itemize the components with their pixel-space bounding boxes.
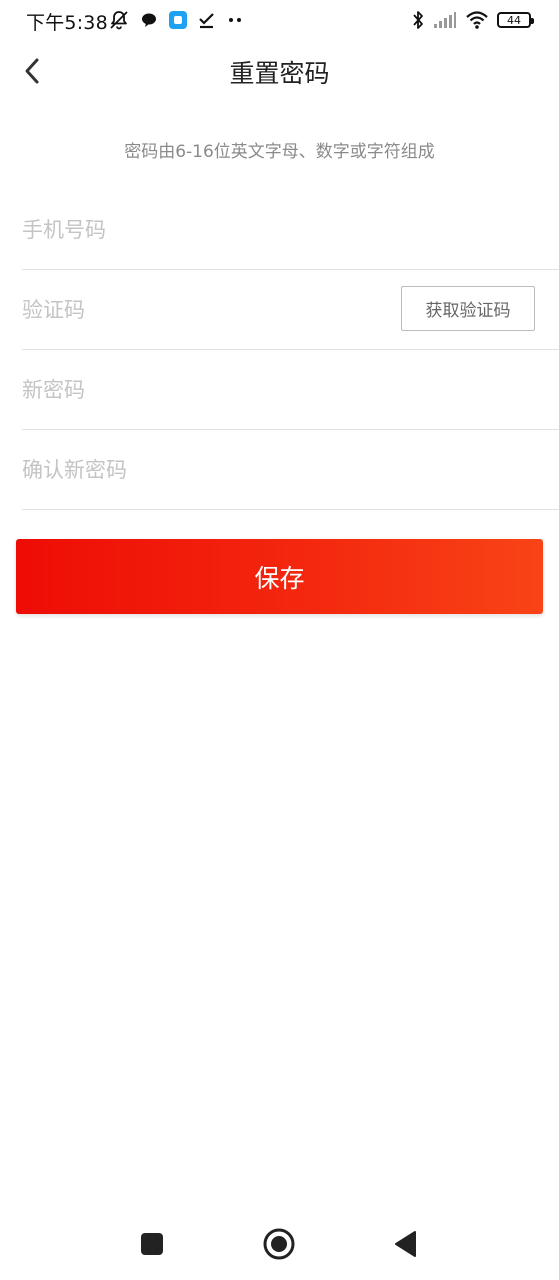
recent-apps-button[interactable]	[132, 1224, 172, 1264]
verification-code-input[interactable]	[22, 297, 362, 322]
status-time: 下午5:38	[26, 12, 108, 34]
reset-password-form: 获取验证码	[22, 190, 559, 510]
header: 重置密码	[0, 42, 559, 100]
battery-icon: 44	[497, 12, 534, 28]
more-dots-icon	[226, 15, 244, 25]
confirm-password-row	[22, 430, 559, 510]
phone-input[interactable]	[22, 217, 362, 242]
back-nav-button[interactable]	[386, 1224, 426, 1264]
get-code-button[interactable]: 获取验证码	[401, 286, 535, 331]
back-triangle-icon	[393, 1230, 419, 1258]
battery-level: 44	[507, 13, 521, 27]
system-nav-bar	[0, 1208, 559, 1280]
home-circle-icon	[262, 1227, 296, 1261]
page-title: 重置密码	[229, 59, 330, 88]
bluetooth-icon	[411, 9, 425, 31]
new-password-input[interactable]	[22, 377, 362, 402]
confirm-password-input[interactable]	[22, 457, 362, 482]
square-icon	[140, 1232, 164, 1256]
phone-row	[22, 190, 559, 270]
save-button[interactable]: 保存	[16, 539, 543, 614]
password-rule-hint: 密码由6-16位英文字母、数字或字符组成	[124, 142, 435, 162]
checkmark-icon	[198, 11, 216, 29]
signal-icon	[433, 11, 457, 29]
home-button[interactable]	[259, 1224, 299, 1264]
app-square-icon	[168, 10, 188, 30]
status-left-icons	[108, 8, 244, 32]
status-right-icons: 44	[411, 8, 534, 32]
status-bar: 下午5:38 44	[0, 0, 559, 42]
code-row: 获取验证码	[22, 270, 559, 350]
mute-bell-icon	[108, 9, 130, 31]
wifi-icon	[465, 10, 489, 30]
new-password-row	[22, 350, 559, 430]
chat-bubble-icon	[140, 11, 158, 29]
